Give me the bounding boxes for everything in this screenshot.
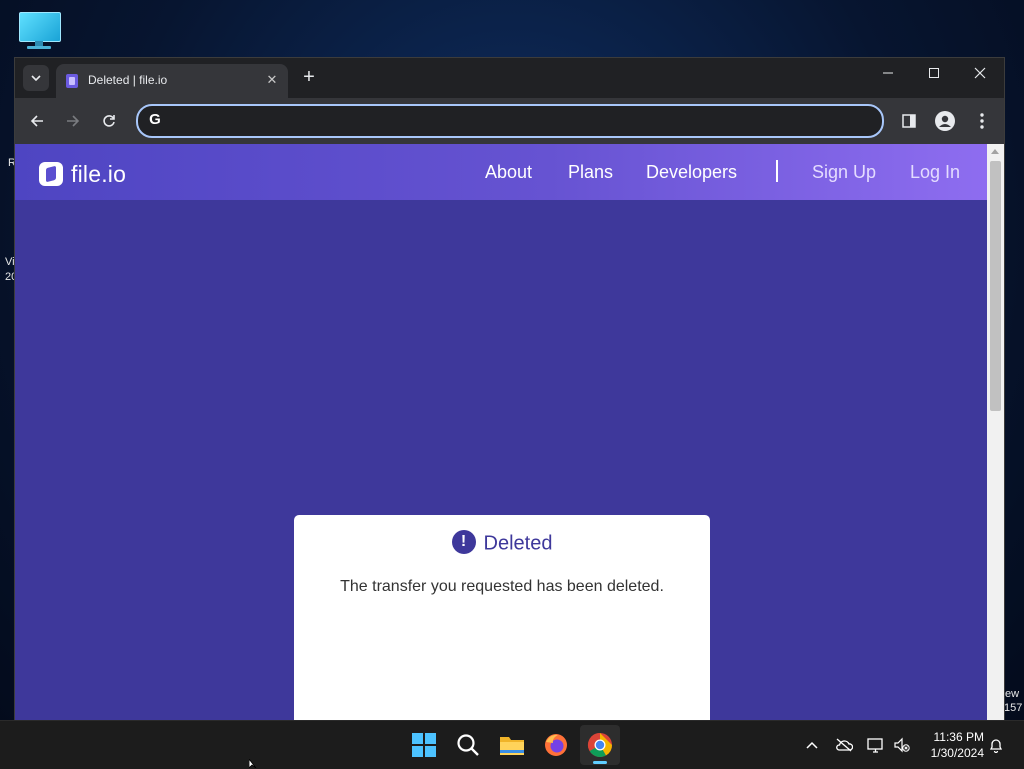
search-icon [457,734,479,756]
new-tab-button[interactable]: + [298,67,320,89]
volume-tray[interactable] [892,735,912,755]
deleted-card: ! Deleted The transfer you requested has … [294,515,710,721]
nav-divider [776,160,778,182]
site-logo[interactable]: file.io [39,161,126,187]
more-vert-icon [980,113,984,129]
onedrive-tray[interactable] [834,735,854,755]
tab-active[interactable]: Deleted | file.io ✕ [56,64,288,98]
close-window-button[interactable] [965,66,995,88]
nav-sign-up[interactable]: Sign Up [812,162,876,183]
chrome-icon [587,733,612,758]
firefox-button[interactable] [536,725,576,765]
page-viewport: file.io About Plans Developers Sign Up L… [15,144,987,721]
folder-icon [500,737,524,755]
logo-text: file.io [71,160,127,187]
maximize-icon [929,68,939,78]
arrow-right-icon [67,115,80,127]
fileio-logo-icon [39,162,63,186]
chevron-up-icon [806,741,818,749]
notifications-button[interactable] [986,735,1006,755]
maximize-button[interactable] [919,66,949,88]
search-button[interactable] [448,725,488,765]
scroll-thumb[interactable] [990,161,1001,411]
reload-button[interactable] [97,109,121,133]
start-button[interactable] [404,725,444,765]
site-header: file.io About Plans Developers Sign Up L… [15,144,987,200]
minimize-button[interactable] [873,66,903,88]
bell-icon [989,739,1003,753]
reload-icon [103,115,115,127]
browser-window: Deleted | file.io ✕ + G file.io About Pl… [14,57,1005,722]
card-message: The transfer you requested has been dele… [340,578,664,595]
profile-icon [935,111,955,131]
scroll-up-arrow-icon[interactable] [991,149,999,154]
speaker-muted-icon [894,737,910,753]
show-hidden-icons-button[interactable] [802,735,822,755]
monitor-icon [19,12,61,42]
nav-developers[interactable]: Developers [646,162,737,183]
network-monitor-icon [867,738,883,753]
desktop-label-fragment: ew [1005,688,1020,700]
this-pc-desktop-icon[interactable] [17,10,61,50]
clock-time: 11:36 PM [933,730,984,744]
side-panel-button[interactable] [897,109,921,133]
minimize-icon [883,72,893,74]
desktop-label-fragment: 157 [1004,702,1023,714]
menu-button[interactable] [970,109,994,133]
back-button[interactable] [25,109,49,133]
chevron-down-icon [31,75,41,81]
taskbar: 11:36 PM 1/30/2024 [0,720,1024,769]
nav-about[interactable]: About [485,162,532,183]
card-title: Deleted [483,532,553,555]
chrome-button[interactable] [580,725,620,765]
card-heading: ! Deleted [294,530,710,556]
mouse-cursor-icon [249,759,257,768]
firefox-icon [545,734,567,756]
google-g-icon: G [149,111,161,128]
clock-date: 1/30/2024 [930,746,984,760]
side-panel-icon [902,114,916,128]
file-explorer-button[interactable] [492,725,532,765]
fileio-favicon-icon [66,74,78,88]
page-scrollbar[interactable] [987,144,1004,721]
tab-title: Deleted | file.io [88,73,168,87]
network-tray[interactable] [866,735,886,755]
forward-button[interactable] [61,109,85,133]
close-icon [974,67,986,79]
nav-plans[interactable]: Plans [568,162,613,183]
close-tab-icon[interactable]: ✕ [264,72,280,88]
exclamation-circle-icon: ! [451,530,476,554]
windows-logo-icon [412,733,436,757]
cloud-offline-icon [836,738,853,752]
taskbar-clock[interactable]: 11:36 PM 1/30/2024 [918,729,984,761]
address-input[interactable] [170,110,874,132]
tab-search-button[interactable] [23,65,49,91]
tab-strip: Deleted | file.io ✕ + [15,58,1004,98]
address-bar[interactable]: G [136,104,884,138]
active-app-indicator [593,761,607,764]
browser-toolbar: G [15,98,1004,144]
profile-button[interactable] [933,109,957,133]
nav-log-in[interactable]: Log In [910,162,960,183]
arrow-left-icon [30,115,43,127]
